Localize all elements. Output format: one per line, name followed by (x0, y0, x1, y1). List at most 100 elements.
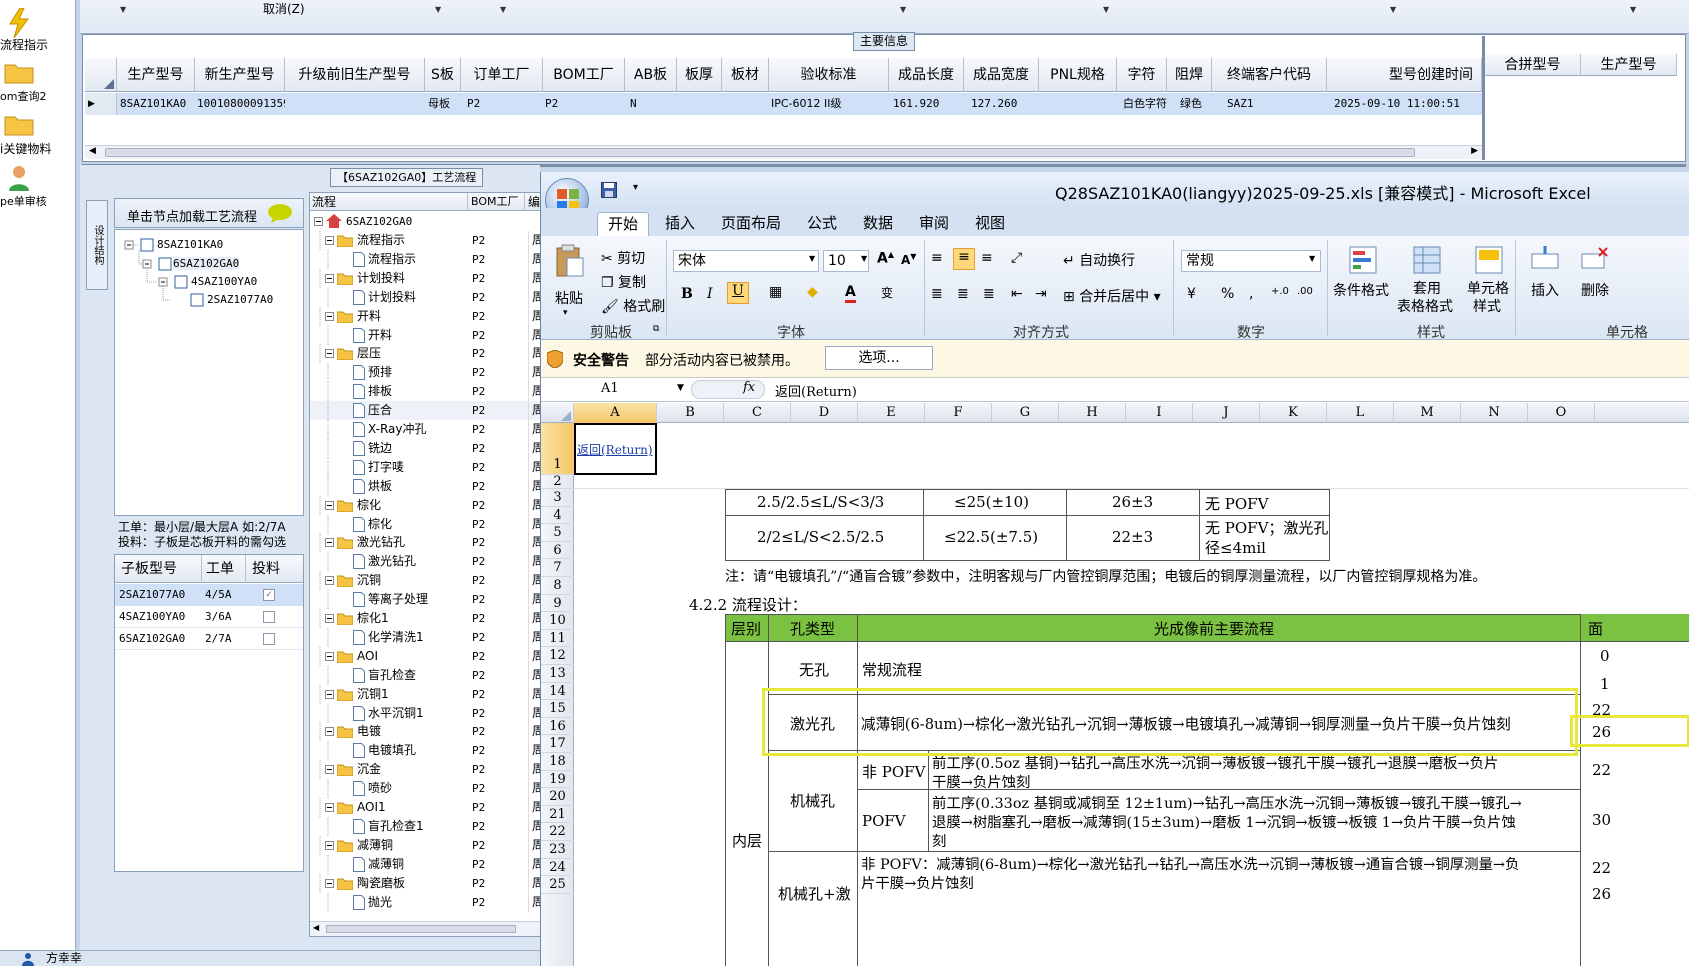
sidebar-item-flow[interactable]: 流程指示 (0, 8, 76, 53)
process-group[interactable]: 沉金P2周 (310, 760, 540, 780)
process-group[interactable]: 棕化1P2周 (310, 609, 540, 628)
dropdown-arrow-icon[interactable]: ▼ (435, 5, 441, 14)
process-step[interactable]: 铣边P2周 (310, 438, 540, 458)
wrap-text-button[interactable]: ↵ 自动换行 (1063, 250, 1135, 270)
format-painter-button[interactable]: 🖌 格式刷 (601, 296, 665, 316)
percent-icon[interactable]: % (1221, 286, 1234, 302)
tree-node-selected[interactable]: 6SAZ102GA0 (173, 257, 240, 270)
row-header[interactable]: 18 (541, 753, 574, 771)
function-icon[interactable]: fx (743, 380, 755, 395)
process-group[interactable]: AOI1P2周 (310, 798, 540, 817)
col-header[interactable]: 订单工厂 (461, 58, 543, 92)
align-middle-icon[interactable]: ≡ (953, 248, 975, 270)
col-header[interactable]: 终端客户代码 (1212, 58, 1327, 92)
process-step[interactable]: 减薄铜P2周 (310, 854, 540, 874)
row-header[interactable]: 17 (541, 735, 574, 753)
process-group[interactable]: 电镀P2周 (310, 722, 540, 742)
process-root[interactable]: 6SAZ102GA0 (310, 212, 540, 231)
select-all-corner[interactable] (541, 403, 574, 423)
tab-page-layout[interactable]: 页面布局 (711, 212, 791, 236)
col-header[interactable]: 成品长度 (889, 58, 964, 92)
tree-node[interactable]: 2SAZ1077A0 (207, 293, 273, 306)
process-group[interactable]: 沉铜1P2周 (310, 684, 540, 704)
dropdown-arrow-icon[interactable]: ▼ (120, 5, 126, 14)
process-group[interactable]: 激光钻孔P2周 (310, 533, 540, 553)
process-step[interactable]: 水平沉铜1P2周 (310, 703, 540, 723)
row-header[interactable]: 14 (541, 683, 574, 701)
tab-design-structure[interactable]: 设计结构 (86, 200, 108, 290)
collapse-icon[interactable] (325, 878, 334, 888)
border-icon[interactable]: ▦ (769, 284, 782, 300)
table-row[interactable]: 4SAZ100YA0 3/6A (115, 606, 303, 628)
indent-increase-icon[interactable]: ⇥ (1035, 286, 1047, 302)
process-step[interactable]: 排板P2周 (310, 382, 540, 402)
options-button[interactable]: 选项... (825, 346, 933, 370)
merge-center-button[interactable]: ⊞ 合并后居中 ▾ (1063, 286, 1161, 306)
save-icon[interactable] (601, 182, 617, 198)
dialog-launcher-icon[interactable]: ⧉ (653, 324, 659, 334)
currency-icon[interactable]: ¥ (1187, 286, 1196, 302)
tab-formulas[interactable]: 公式 (797, 212, 847, 236)
collapse-icon[interactable] (325, 689, 334, 699)
align-center-icon[interactable]: ≣ (957, 286, 969, 302)
orientation-icon[interactable]: ⤢ (1011, 250, 1022, 266)
table-cell[interactable]: 8SAZ101KA0 (120, 93, 195, 115)
process-step[interactable]: 化学清洗1P2周 (310, 627, 540, 647)
decrease-decimal-icon[interactable]: .00 (1297, 286, 1313, 297)
col-header[interactable]: 型号创建时间 (1327, 58, 1482, 92)
col-header[interactable]: S板 (425, 58, 461, 92)
horizontal-scrollbar[interactable]: ◀ (310, 921, 540, 936)
row-header[interactable]: 13 (541, 665, 574, 683)
process-group[interactable]: 减薄铜P2周 (310, 835, 540, 855)
table-format-icon[interactable] (1413, 246, 1441, 274)
process-step[interactable]: 等离子处理P2周 (310, 590, 540, 610)
conditional-format-button[interactable]: 条件格式 (1333, 280, 1389, 300)
underline-icon[interactable]: U (727, 282, 749, 304)
process-group[interactable]: AOIP2周 (310, 646, 540, 666)
table-row[interactable]: 2SAZ1077A0 4/5A ✓ (115, 584, 303, 606)
col-header[interactable]: 验收标准 (769, 58, 889, 92)
return-link[interactable]: 返回(Return) (577, 441, 653, 458)
collapse-icon[interactable] (325, 576, 334, 586)
scroll-left-icon[interactable]: ◀ (89, 146, 96, 156)
column-header[interactable]: O (1528, 403, 1595, 423)
scroll-left-icon[interactable]: ◀ (313, 923, 319, 932)
column-header[interactable]: J (1193, 403, 1260, 423)
collapse-icon[interactable] (325, 727, 334, 737)
font-color-icon[interactable]: A (845, 284, 856, 303)
horizontal-scrollbar[interactable]: ◀ ▶ (85, 145, 1482, 159)
row-header[interactable]: 19 (541, 771, 574, 789)
col-header[interactable]: 升级前旧生产型号 (285, 58, 425, 92)
column-header[interactable]: E (858, 403, 925, 423)
quick-access-dropdown-icon[interactable]: ▾ (633, 182, 638, 193)
dropdown-arrow-icon[interactable]: ▼ (1630, 5, 1636, 14)
name-box[interactable]: A1 (601, 381, 619, 396)
collapse-icon[interactable] (314, 217, 323, 226)
row-indicator-icon[interactable]: ▶ (85, 93, 117, 115)
row-header[interactable]: 3 (541, 489, 574, 507)
column-header[interactable]: K (1260, 403, 1327, 423)
column-header[interactable]: H (1059, 403, 1126, 423)
row-header[interactable]: 16 (541, 718, 574, 736)
dropdown-arrow-icon[interactable]: ▼ (1103, 5, 1109, 14)
conditional-format-icon[interactable] (1349, 246, 1377, 274)
collapse-icon[interactable] (325, 614, 334, 623)
col-header[interactable]: BOM工厂 (543, 58, 625, 92)
collapse-icon[interactable] (325, 273, 334, 283)
fill-color-icon[interactable]: ◆ (807, 284, 818, 300)
collapse-icon[interactable] (325, 840, 334, 850)
insert-cells-icon[interactable] (1531, 246, 1559, 274)
collapse-icon[interactable] (325, 803, 334, 812)
process-group[interactable]: 沉铜P2周 (310, 571, 540, 591)
table-cell[interactable]: SAZ1 (1227, 93, 1287, 115)
col-header[interactable]: AB板 (625, 58, 677, 92)
row-header[interactable]: 4 (541, 507, 574, 525)
indent-decrease-icon[interactable]: ⇤ (1011, 286, 1023, 302)
column-header[interactable]: M (1394, 403, 1461, 423)
process-step[interactable]: 计划投料P2周 (310, 287, 540, 307)
row-header[interactable]: 23 (541, 841, 574, 859)
process-step[interactable]: 打字唛P2周 (310, 457, 540, 477)
paste-button[interactable]: 粘贴 (555, 288, 583, 308)
row-header[interactable]: 22 (541, 823, 574, 841)
row-header[interactable]: 20 (541, 788, 574, 806)
